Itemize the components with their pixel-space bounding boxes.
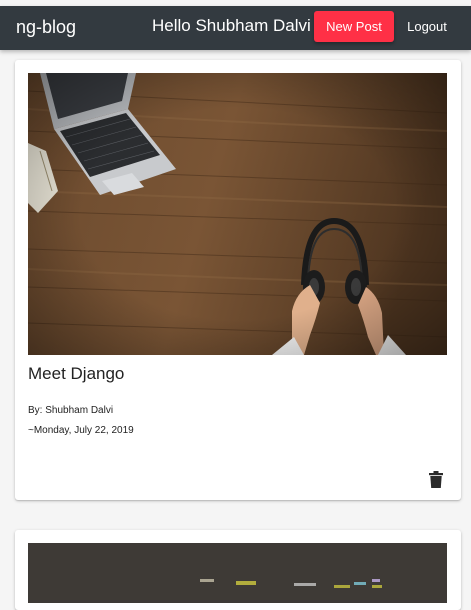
post-image — [28, 73, 447, 355]
post-title[interactable]: Meet Django — [28, 364, 124, 384]
post-image — [28, 543, 447, 603]
post-card — [15, 530, 461, 610]
logout-button[interactable]: Logout — [401, 11, 453, 42]
trash-icon[interactable] — [429, 471, 443, 488]
post-date: ~Monday, July 22, 2019 — [28, 425, 134, 436]
post-author: By: Shubham Dalvi — [28, 405, 114, 416]
post-card: Meet Django By: Shubham Dalvi ~Monday, J… — [15, 60, 461, 500]
desk-photo — [28, 73, 447, 355]
greeting-text: Hello Shubham Dalvi — [152, 16, 311, 35]
brand-link[interactable]: ng-blog — [16, 17, 76, 38]
navbar: ng-blog Hello Shubham Dalvi New Post Log… — [0, 6, 471, 50]
word-cloud-photo — [28, 543, 447, 603]
new-post-button[interactable]: New Post — [314, 11, 394, 42]
